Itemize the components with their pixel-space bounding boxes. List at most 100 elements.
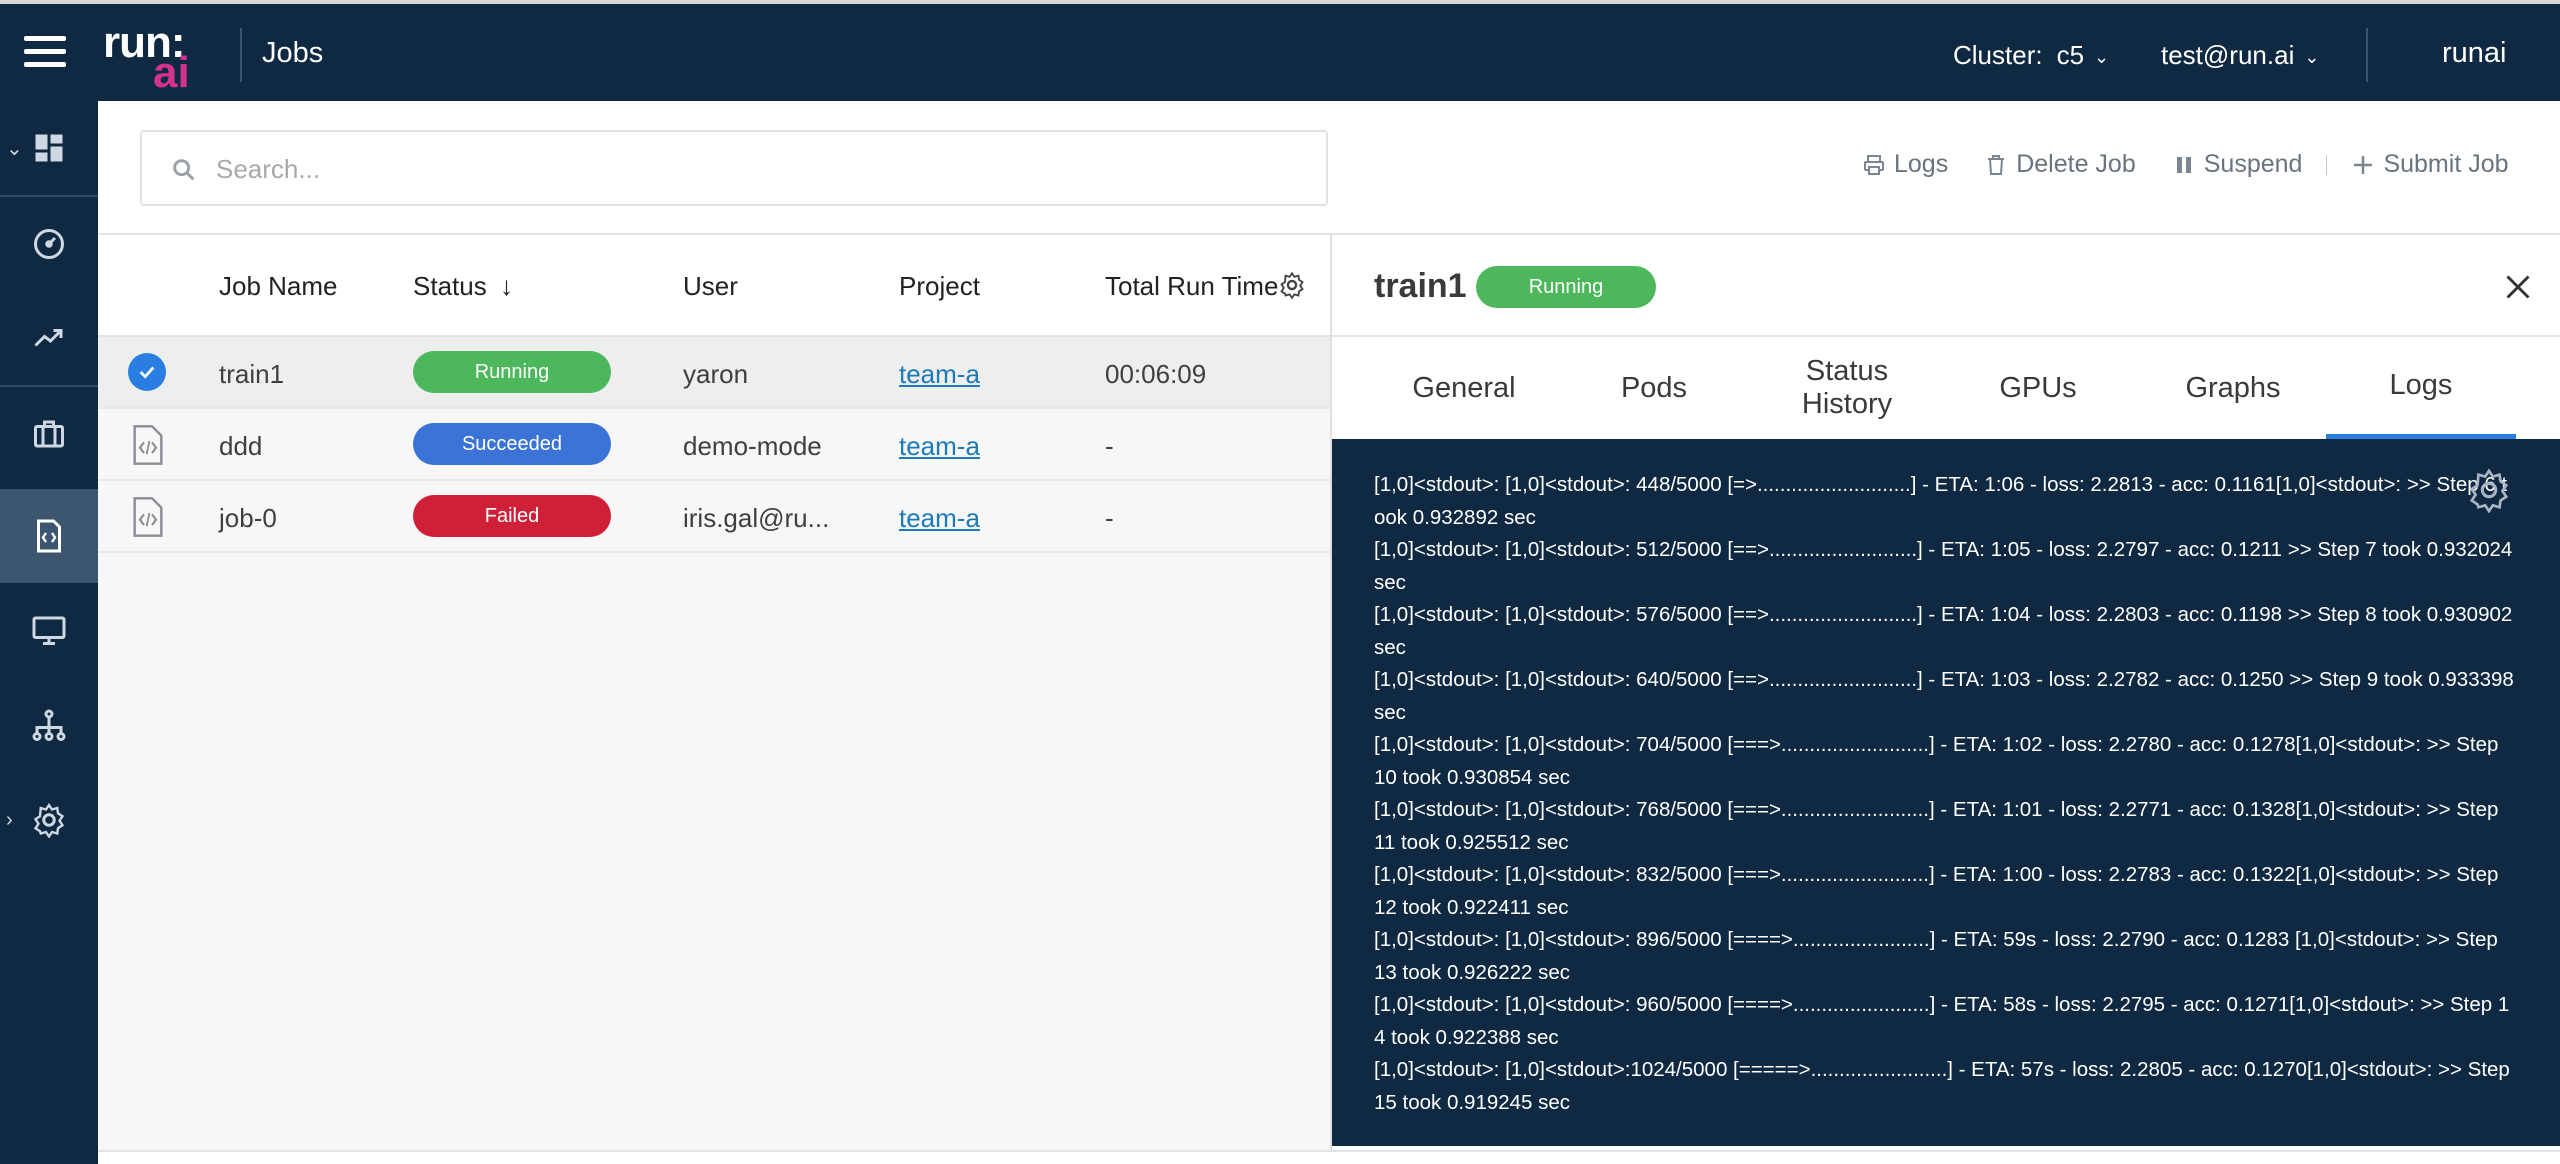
project-link[interactable]: team-a [899, 431, 980, 462]
search-input[interactable] [216, 146, 1296, 192]
code-file-icon [37, 519, 61, 553]
log-line: [1,0]<stdout>: [1,0]<stdout>: 512/5000 [… [1374, 538, 2513, 594]
suspend-label: Suspend [2203, 150, 2303, 178]
chevron-down-icon: ⌄ [6, 137, 23, 160]
top-bar: run: ai Jobs Cluster: c5 ⌄ test@run.ai ⌄ ru… [0, 0, 2560, 101]
job-name-cell: job-0 [219, 503, 277, 533]
page-title: Jobs [262, 37, 324, 69]
status-badge: Running [413, 351, 611, 393]
submit-job-label: Submit Job [2383, 150, 2509, 178]
chevron-down-icon: ⌄ [2304, 46, 2320, 67]
panel-header: train1 Running [1332, 235, 2560, 337]
log-line: [1,0]<stdout>: [1,0]<stdout>: 960/5000 [… [1374, 993, 2510, 1049]
job-details-panel: train1 Running General Pods Status Histo… [1330, 233, 2560, 1150]
hamburger-menu-icon[interactable] [24, 36, 66, 70]
tab-graphs[interactable]: Graphs [2158, 337, 2308, 439]
column-header-status[interactable]: Status ↓ [413, 271, 513, 302]
run-time-cell: - [1105, 431, 1114, 461]
toolbar-divider [2326, 154, 2328, 175]
submit-job-button[interactable]: Submit Job [2351, 150, 2509, 179]
table-row[interactable]: train1 Running yaron team-a 00:06:09 [98, 337, 1330, 409]
delete-job-button[interactable]: Delete Job [1984, 150, 2136, 179]
run-time-cell: - [1105, 503, 1114, 533]
log-line: [1,0]<stdout>: [1,0]<stdout>: 832/5000 [… [1374, 863, 2499, 919]
column-header-job-name[interactable]: Job Name [219, 271, 338, 302]
column-settings-gear-icon[interactable] [1278, 271, 1306, 299]
user-menu[interactable]: test@run.ai ⌄ [2161, 40, 2319, 71]
status-header-label: Status [413, 271, 487, 301]
sidebar-item-analytics[interactable] [0, 291, 98, 385]
plus-icon [2354, 155, 2373, 174]
column-header-user[interactable]: User [683, 271, 738, 302]
sidebar-item-dashboards[interactable]: ⌄ [0, 101, 98, 195]
log-line: [1,0]<stdout>: [1,0]<stdout>: 768/5000 [… [1374, 798, 2499, 854]
column-header-project[interactable]: Project [899, 271, 980, 302]
bottom-border [98, 1150, 2560, 1152]
job-name-cell: train1 [219, 359, 285, 389]
suspend-button[interactable]: Suspend [2172, 150, 2303, 179]
log-line: [1,0]<stdout>: [1,0]<stdout>: 640/5000 [… [1374, 668, 2514, 724]
panel-tabs: General Pods Status History GPUs Graphs … [1332, 337, 2560, 439]
job-actions-toolbar: Logs Delete Job Suspend Submit Job [1862, 150, 2545, 179]
logs-button-label: Logs [1894, 150, 1949, 178]
job-name-cell: ddd [219, 431, 263, 461]
checkmark-icon [139, 366, 155, 379]
gauge-icon [34, 229, 64, 259]
tab-pods[interactable]: Pods [1594, 337, 1714, 439]
table-row[interactable]: job-0 Failed iris.gal@ru... team-a - [98, 481, 1330, 553]
gear-icon [33, 802, 65, 838]
trend-icon [34, 329, 63, 347]
chevron-right-icon: › [6, 808, 13, 831]
log-line: [1,0]<stdout>: [1,0]<stdout>: 896/5000 [… [1374, 928, 2498, 984]
cluster-selector[interactable]: Cluster: c5 ⌄ [1953, 40, 2109, 71]
logs-button[interactable]: Logs [1862, 150, 1948, 179]
status-badge: Failed [413, 495, 611, 537]
sort-arrow-down-icon: ↓ [499, 271, 513, 301]
table-row[interactable]: ddd Succeeded demo-mode team-a - [98, 409, 1330, 481]
log-line: [1,0]<stdout>: [1,0]<stdout>: 448/5000 [… [1374, 473, 2508, 529]
printer-icon [1864, 154, 1884, 175]
column-header-total-run-time[interactable]: Total Run Time [1105, 271, 1278, 302]
code-file-icon [133, 425, 163, 465]
sidebar-item-jobs[interactable] [0, 489, 98, 583]
briefcase-icon [34, 420, 64, 448]
tenant-name[interactable]: runai [2442, 37, 2507, 70]
log-line: [1,0]<stdout>: [1,0]<stdout>:1024/5000 [… [1374, 1058, 2510, 1114]
sidebar-item-departments[interactable] [0, 679, 98, 773]
code-file-icon [133, 497, 163, 537]
user-cell: iris.gal@ru... [683, 503, 830, 533]
status-badge: Succeeded [413, 423, 611, 465]
table-header: Job Name Status ↓ User Project Total Run… [98, 235, 1330, 337]
run-time-cell: 00:06:09 [1105, 359, 1207, 389]
trash-icon [1988, 154, 2005, 175]
tab-general[interactable]: General [1394, 337, 1534, 439]
search-bar[interactable] [140, 130, 1328, 206]
status-badge: Running [1476, 266, 1656, 308]
tab-gpus[interactable]: GPUs [1978, 337, 2098, 439]
search-icon [173, 159, 195, 181]
sidebar-item-projects[interactable] [0, 387, 98, 481]
sidebar-item-nodes[interactable] [0, 583, 98, 677]
log-line: [1,0]<stdout>: [1,0]<stdout>: 576/5000 [… [1374, 603, 2513, 659]
divider [240, 28, 242, 82]
monitor-icon [32, 616, 66, 645]
runai-logo[interactable]: run: ai [103, 18, 203, 97]
hierarchy-icon [32, 709, 66, 741]
close-icon[interactable] [2504, 273, 2532, 301]
row-checkbox-checked[interactable] [128, 353, 166, 391]
cluster-label: Cluster: [1953, 40, 2043, 70]
jobs-table: Job Name Status ↓ User Project Total Run… [98, 233, 1330, 1150]
job-title: train1 [1374, 267, 1467, 305]
log-settings-gear-icon[interactable] [2466, 467, 2512, 513]
tab-status-history[interactable]: Status History [1782, 337, 1912, 439]
chevron-down-icon: ⌄ [2094, 46, 2110, 67]
project-link[interactable]: team-a [899, 359, 980, 390]
dashboard-icon [35, 134, 63, 162]
logo-text-bottom: ai [153, 48, 190, 97]
project-link[interactable]: team-a [899, 503, 980, 534]
pause-icon [2176, 156, 2191, 173]
sidebar-item-settings[interactable]: › [0, 773, 98, 867]
sidebar-item-overview[interactable] [0, 197, 98, 291]
log-viewer[interactable]: [1,0]<stdout>: [1,0]<stdout>: 448/5000 [… [1332, 439, 2560, 1146]
tab-logs[interactable]: Logs [2326, 337, 2516, 439]
